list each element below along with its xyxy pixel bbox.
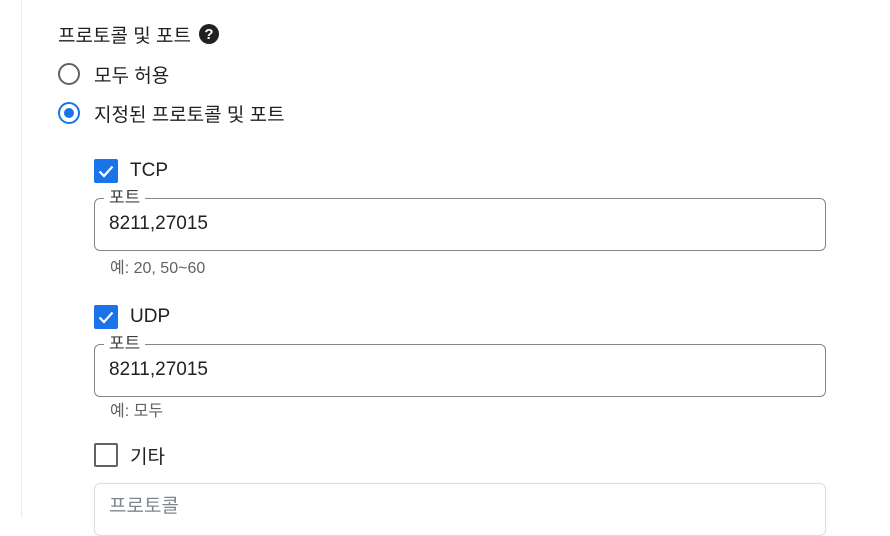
checkbox-unchecked-icon[interactable]	[94, 443, 118, 467]
section-title: 프로토콜 및 포트	[58, 25, 191, 47]
other-checkbox-row[interactable]: 기타	[94, 442, 165, 468]
radio-allow-all-label: 모두 허용	[94, 65, 170, 87]
udp-checkbox-row[interactable]: UDP	[94, 304, 170, 330]
checkbox-checked-icon[interactable]	[94, 159, 118, 183]
help-icon[interactable]: ?	[198, 24, 219, 44]
radio-allow-all[interactable]: 모두 허용	[58, 61, 169, 87]
left-divider	[21, 0, 22, 518]
tcp-port-hint: 예: 20, 50~60	[110, 260, 206, 277]
radio-specified-protocols[interactable]: 지정된 프로토콜 및 포트	[58, 100, 285, 126]
other-protocol-input[interactable]: 프로토콜	[109, 494, 179, 520]
radio-specified-label: 지정된 프로토콜 및 포트	[94, 104, 285, 126]
radio-unchecked-icon[interactable]	[58, 63, 80, 85]
udp-port-input[interactable]: 8211,27015	[109, 357, 208, 383]
radio-checked-icon[interactable]	[58, 102, 80, 124]
udp-label: UDP	[130, 306, 171, 327]
udp-port-field[interactable]: 포트 8211,27015	[94, 332, 826, 397]
other-protocol-field[interactable]: 프로토콜	[94, 483, 826, 536]
checkbox-checked-icon[interactable]	[94, 305, 118, 329]
tcp-port-input[interactable]: 8211,27015	[109, 211, 208, 237]
tcp-port-field[interactable]: 포트 8211,27015	[94, 186, 826, 251]
tcp-label: TCP	[130, 160, 168, 181]
tcp-port-label: 포트	[104, 186, 146, 210]
protocols-ports-header: 프로토콜 및 포트 ?	[58, 21, 219, 47]
other-label: 기타	[130, 446, 165, 468]
udp-port-hint: 예: 모두	[110, 403, 164, 420]
tcp-checkbox-row[interactable]: TCP	[94, 158, 168, 184]
udp-port-label: 포트	[104, 332, 146, 356]
